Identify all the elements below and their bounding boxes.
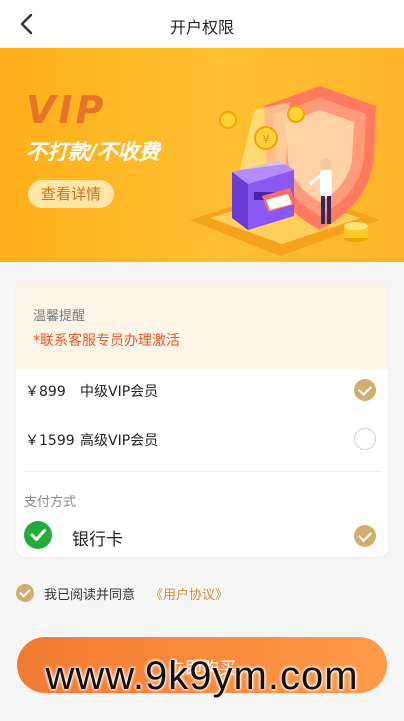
plan-option-middle[interactable]: ￥899 中级VIP会员 (16, 369, 388, 413)
watermark: www.9k9ym.com (45, 654, 359, 698)
payment-option-bank-card[interactable]: 银行卡 (16, 515, 388, 555)
page-title: 开户权限 (169, 18, 234, 37)
membership-card: 温馨提醒 *联系客服专员办理激活 ￥899 中级VIP会员 ￥1599 高级VI… (16, 283, 388, 557)
agreement-checkbox[interactable] (16, 584, 34, 602)
vip-banner: VIP 不打款/不收费 查看详情 ¥ (0, 48, 404, 262)
view-details-button[interactable]: 查看详情 (28, 180, 114, 208)
nav-bar: 开户权限 (0, 0, 404, 48)
payment-method-label: 银行卡 (72, 530, 123, 550)
agreement-text: 我已阅读并同意 (44, 588, 136, 603)
agreement-row: 我已阅读并同意 《用户协议》 (16, 582, 388, 604)
plan-price: ￥899 (25, 384, 66, 400)
user-agreement-link[interactable]: 《用户协议》 (150, 584, 228, 603)
radio-checked-icon[interactable] (354, 379, 376, 401)
radio-checked-icon[interactable] (354, 525, 376, 547)
notice-box: 温馨提醒 *联系客服专员办理激活 (16, 283, 388, 369)
plan-option-senior[interactable]: ￥1599 高级VIP会员 (16, 418, 388, 462)
notice-text: *联系客服专员办理激活 (33, 333, 180, 349)
check-circle-icon (24, 521, 52, 549)
plan-name: 高级VIP会员 (80, 433, 159, 449)
banner-vip-text: VIP (26, 88, 107, 132)
radio-unchecked-icon[interactable] (354, 428, 376, 450)
svg-text:¥: ¥ (263, 133, 270, 146)
plan-name: 中级VIP会员 (80, 384, 159, 400)
payment-method-title: 支付方式 (24, 495, 77, 510)
divider (24, 471, 382, 472)
plan-price: ￥1599 (25, 433, 75, 449)
notice-title: 温馨提醒 (33, 309, 86, 324)
banner-slogan: 不打款/不收费 (26, 140, 160, 164)
banner-illustration: ¥ (190, 86, 380, 256)
